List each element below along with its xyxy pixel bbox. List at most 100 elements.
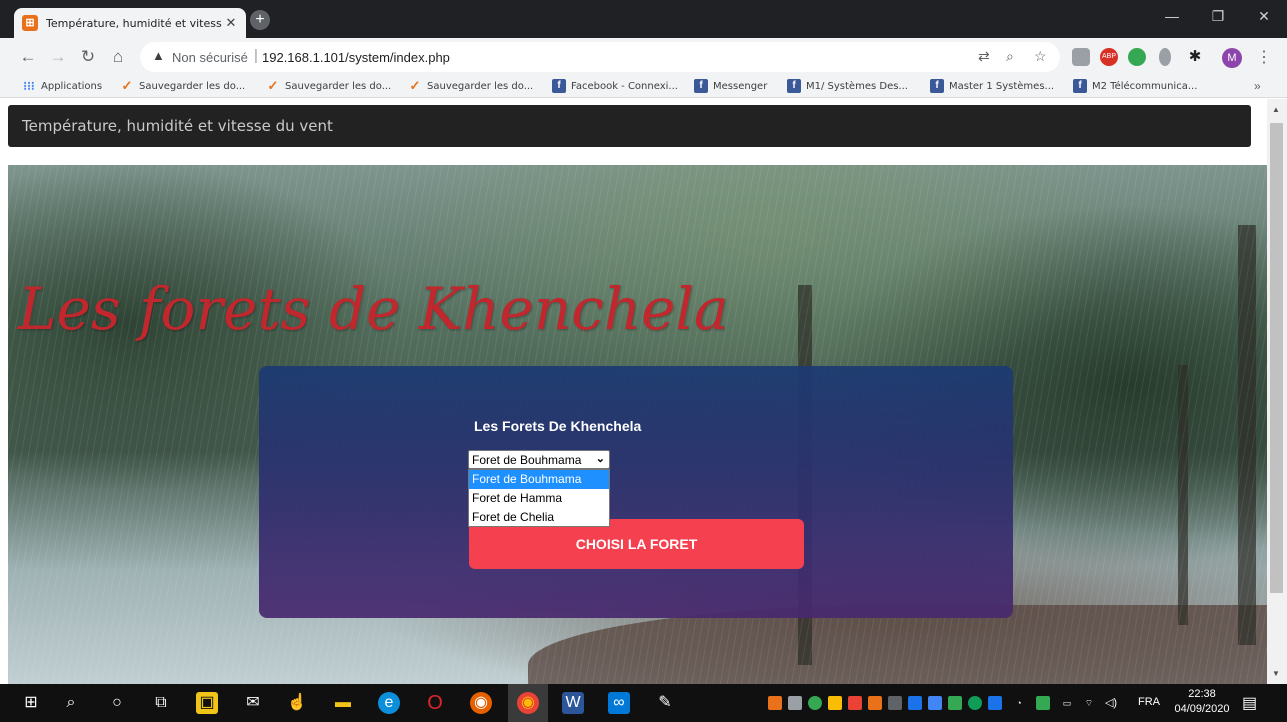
tray-icon[interactable]	[908, 696, 922, 710]
bookmark-applications[interactable]: ⁝⁝⁝ Applications	[22, 79, 102, 93]
save-icon: ✓	[121, 78, 133, 93]
bookmark-item[interactable]: ✓ Sauvegarder les do...	[266, 78, 392, 93]
wifi-icon[interactable]: ⌔	[1082, 696, 1096, 710]
not-secure-label[interactable]: Non sécurisé	[172, 50, 248, 65]
site-navbar: Température, humidité et vitesse du vent	[8, 105, 1251, 147]
forest-dropdown-list: Foret de Bouhmama Foret de Hamma Foret d…	[468, 469, 610, 527]
url-separator: |	[254, 47, 258, 64]
puzzle-icon[interactable]: ✱	[1186, 48, 1204, 66]
dropdown-option[interactable]: Foret de Hamma	[469, 489, 609, 508]
reload-icon[interactable]: ↻	[78, 47, 98, 67]
dropdown-option[interactable]: Foret de Chelia	[469, 508, 609, 527]
network-icon[interactable]: ◔	[1012, 696, 1026, 710]
tray-icon[interactable]	[768, 696, 782, 710]
forest-select-value: Foret de Bouhmama	[472, 453, 582, 467]
firefox-icon[interactable]: ◉	[470, 692, 492, 714]
bookmark-item[interactable]: ✓ Sauvegarder les do...	[408, 78, 534, 93]
facebook-icon: f	[694, 79, 708, 93]
file-explorer-icon[interactable]: ▬	[332, 692, 354, 714]
address-bar[interactable]: ▲ Non sécurisé | 192.168.1.101/system/in…	[140, 42, 1060, 72]
cortana-icon[interactable]: ○	[106, 692, 128, 714]
adblock-icon[interactable]: ABP	[1100, 48, 1118, 66]
profile-avatar[interactable]: M	[1222, 48, 1242, 68]
scroll-thumb[interactable]	[1270, 123, 1283, 593]
bookmark-label: Facebook - Connexi...	[571, 80, 678, 92]
bluetooth-icon[interactable]	[988, 696, 1002, 710]
tray-icon[interactable]	[948, 696, 962, 710]
bookmark-item[interactable]: f M2 Télécommunica...	[1073, 79, 1197, 93]
app-icon[interactable]: ∞	[608, 692, 630, 714]
clock-time: 22:38	[1188, 688, 1216, 700]
tray-icon[interactable]	[888, 696, 902, 710]
windows-start-icon[interactable]: ⊞	[20, 692, 42, 714]
bookmark-label: Sauvegarder les do...	[139, 80, 246, 92]
page-scrollbar[interactable]: ▲ ▼	[1267, 99, 1287, 684]
notification-center-icon[interactable]: ▤	[1242, 693, 1257, 713]
windows-taskbar: ⊞ ⌕ ○ ⧉ ▣ ✉ ☝ ▬ e O ◉ ◉ W ∞ ✎ ◔ ▭ ⌔ ◁) F…	[0, 684, 1287, 722]
dropdown-option[interactable]: Foret de Bouhmama	[469, 470, 609, 489]
opera-icon[interactable]: O	[424, 692, 446, 714]
window-close-button[interactable]: ✕	[1241, 0, 1287, 32]
bookmark-label: M2 Télécommunica...	[1092, 80, 1198, 92]
bookmark-item[interactable]: f Messenger	[694, 79, 767, 93]
back-icon[interactable]: ←	[18, 47, 38, 67]
zoom-icon[interactable]: ⌕	[1006, 48, 1014, 65]
clock[interactable]: 22:38 04/09/2020	[1170, 687, 1234, 717]
bookmark-item[interactable]: ✓ Sauvegarder les do...	[120, 78, 246, 93]
facebook-icon: f	[930, 79, 944, 93]
shield-extension-icon[interactable]	[1159, 48, 1171, 66]
bookmark-item[interactable]: f Master 1 Systèmes...	[930, 79, 1054, 93]
store-icon[interactable]: ▣	[196, 692, 218, 714]
apps-icon: ⁝⁝⁝	[23, 79, 35, 93]
site-favicon-icon: ⊞	[22, 15, 38, 31]
edge-icon[interactable]: e	[378, 692, 400, 714]
browser-menu-icon[interactable]: ⋮	[1256, 47, 1272, 67]
browser-tab[interactable]: ⊞ Température, humidité et vitesse ✕	[14, 8, 246, 38]
save-icon: ✓	[267, 78, 279, 93]
input-language[interactable]: FRA	[1138, 696, 1160, 708]
minimize-button[interactable]: —	[1149, 0, 1195, 32]
volume-icon[interactable]: ◁)	[1104, 696, 1118, 710]
tray-icon[interactable]	[1036, 696, 1050, 710]
tray-icon[interactable]	[848, 696, 862, 710]
bookmark-label: M1/ Systèmes Des...	[806, 80, 908, 92]
mail-icon[interactable]: ✉	[242, 692, 264, 714]
bookmark-label: Sauvegarder les do...	[427, 80, 534, 92]
maximize-button[interactable]: ❐	[1195, 0, 1241, 32]
chrome-icon[interactable]: ◉	[517, 692, 539, 714]
hero-title: Les forets de Khenchela	[18, 275, 729, 343]
touch-icon[interactable]: ☝	[286, 692, 308, 714]
facebook-icon: f	[552, 79, 566, 93]
new-tab-button[interactable]: +	[250, 10, 270, 30]
bookmark-item[interactable]: f Facebook - Connexi...	[552, 79, 678, 93]
tray-icon[interactable]	[968, 696, 982, 710]
scroll-down-icon[interactable]: ▼	[1272, 669, 1280, 678]
forest-select[interactable]: Foret de Bouhmama ⌄	[468, 450, 610, 469]
site-brand[interactable]: Température, humidité et vitesse du vent	[22, 117, 333, 135]
tab-close-icon[interactable]: ✕	[224, 15, 238, 31]
tray-icon[interactable]	[928, 696, 942, 710]
paint-icon[interactable]: ✎	[654, 692, 676, 714]
translate-icon[interactable]: ⇄	[978, 48, 990, 65]
tray-icon[interactable]	[828, 696, 842, 710]
tray-icon[interactable]	[808, 696, 822, 710]
forward-icon[interactable]: →	[48, 47, 68, 67]
facebook-icon: f	[787, 79, 801, 93]
bookmark-star-icon[interactable]: ☆	[1034, 48, 1047, 65]
scroll-up-icon[interactable]: ▲	[1272, 105, 1280, 114]
warning-icon[interactable]: ▲	[152, 48, 165, 63]
extension-green-icon[interactable]	[1128, 48, 1146, 66]
home-icon[interactable]: ⌂	[108, 47, 128, 67]
save-icon: ✓	[409, 78, 421, 93]
word-icon[interactable]: W	[562, 692, 584, 714]
bookmark-item[interactable]: f M1/ Systèmes Des...	[787, 79, 908, 93]
bookmarks-overflow-icon[interactable]: »	[1254, 79, 1261, 93]
battery-icon[interactable]: ▭	[1060, 696, 1074, 710]
extension-icon[interactable]	[1072, 48, 1090, 66]
url-text[interactable]: 192.168.1.101/system/index.php	[262, 50, 450, 65]
tab-title: Température, humidité et vitesse	[46, 16, 222, 30]
task-view-icon[interactable]: ⧉	[150, 692, 172, 714]
tray-icon[interactable]	[788, 696, 802, 710]
search-icon[interactable]: ⌕	[60, 692, 82, 714]
tray-icon[interactable]	[868, 696, 882, 710]
